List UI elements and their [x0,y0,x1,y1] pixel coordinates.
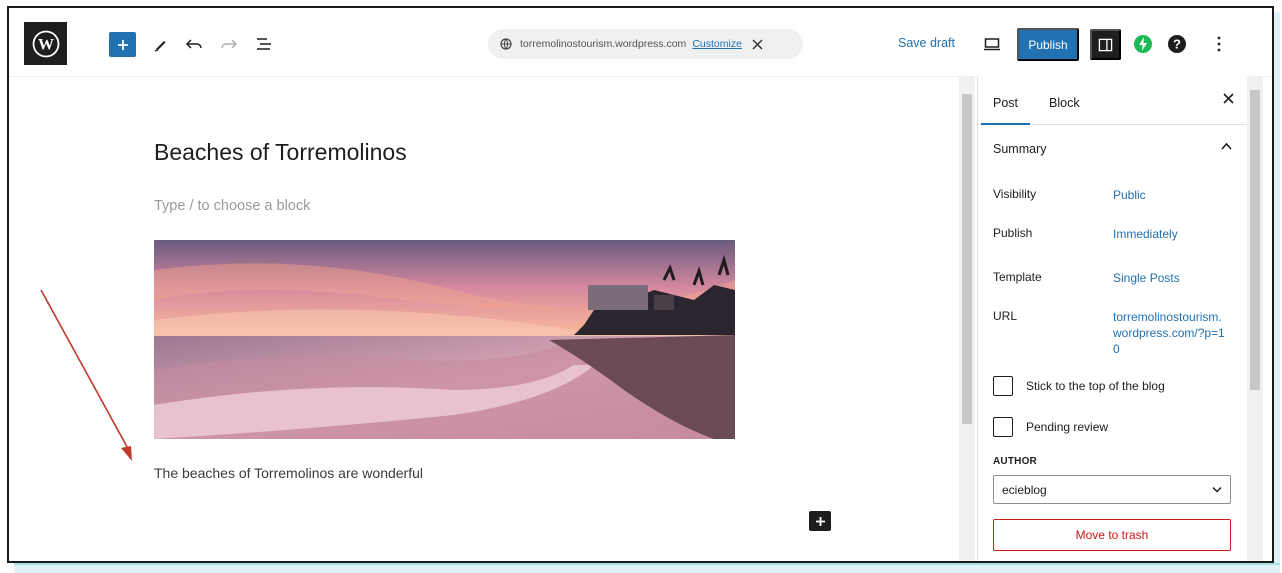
close-icon[interactable] [752,38,763,50]
page-edge-bottom [14,563,1280,573]
more-vertical-icon [1217,36,1221,52]
publish-date-value[interactable]: Immediately [1113,226,1228,242]
sidebar-scrollbar[interactable] [1247,76,1263,561]
visibility-value[interactable]: Public [1113,187,1228,203]
undo-button[interactable] [184,34,204,54]
stick-to-top-checkbox[interactable] [993,376,1013,396]
chevron-down-icon [1212,486,1222,493]
tools-button[interactable] [151,34,171,54]
author-select[interactable]: ecieblog [993,475,1231,504]
settings-sidebar: Post Block Summary Visibility Public Pub… [977,76,1248,561]
desktop-preview-icon [984,38,1000,51]
move-to-trash-button[interactable]: Move to trash [993,519,1231,551]
sidebar-toggle-icon [1098,38,1113,51]
site-url-text: torremolinostourism.wordpress.com [520,38,687,50]
list-view-button[interactable] [254,34,274,54]
pending-review-option[interactable]: Pending review [993,417,1108,437]
settings-toggle-button[interactable] [1090,29,1121,60]
stick-to-top-option[interactable]: Stick to the top of the blog [993,376,1165,396]
undo-icon [185,39,202,49]
pending-review-label: Pending review [1026,420,1109,434]
author-heading: AUTHOR [993,456,1037,467]
add-block-button[interactable] [109,32,136,57]
template-value[interactable]: Single Posts [1113,270,1228,286]
post-title[interactable]: Beaches of Torremolinos [154,139,407,166]
wordpress-logo-icon[interactable]: W [24,22,67,65]
plus-icon [117,39,128,50]
stick-to-top-label: Stick to the top of the blog [1026,379,1165,393]
svg-text:W: W [38,36,54,53]
inline-add-block-button[interactable] [809,511,831,531]
sidebar-tabs: Post Block [978,76,1248,125]
template-label: Template [993,270,1042,284]
options-menu-button[interactable] [1209,34,1229,54]
summary-panel-title[interactable]: Summary [993,142,1046,156]
plus-icon [815,516,825,526]
preview-button[interactable] [981,34,1003,54]
editor-toolbar: W torremolinostourism.wordpress.com Cust… [9,8,1272,77]
image-caption[interactable]: The beaches of Torremolinos are wonderfu… [154,465,423,481]
help-icon: ? [1168,35,1186,53]
post-url-value[interactable]: torremolinostourism.wordpress.com/?p=10 [1113,309,1228,357]
jetpack-bolt-icon [1134,35,1152,53]
author-selected-value: ecieblog [1002,482,1047,497]
close-icon[interactable] [1223,93,1234,104]
beach-sunset-image[interactable] [154,240,735,439]
pending-review-checkbox[interactable] [993,417,1013,437]
tab-post[interactable]: Post [980,96,1031,125]
redo-button[interactable] [219,34,239,54]
visibility-label: Visibility [993,187,1037,201]
globe-icon [500,38,512,50]
url-label: URL [993,309,1018,323]
page-edge [1274,12,1280,565]
customize-link[interactable]: Customize [692,38,742,50]
publish-label: Publish [993,226,1033,240]
jetpack-button[interactable] [1133,34,1153,54]
chevron-up-icon[interactable] [1221,142,1232,150]
redo-icon [221,39,238,49]
save-draft-button[interactable]: Save draft [898,36,955,50]
app-window: W torremolinostourism.wordpress.com Cust… [7,6,1274,563]
site-url-bar: torremolinostourism.wordpress.com Custom… [488,29,803,59]
pen-icon [154,41,166,52]
editor-scrollbar[interactable] [959,76,975,561]
svg-text:?: ? [1173,37,1181,52]
publish-button[interactable]: Publish [1017,28,1079,61]
help-button[interactable]: ? [1167,34,1187,54]
annotation-arrow-icon [40,289,132,461]
block-placeholder[interactable]: Type / to choose a block [154,198,310,214]
list-view-icon [257,38,271,50]
tab-block[interactable]: Block [1049,96,1080,110]
